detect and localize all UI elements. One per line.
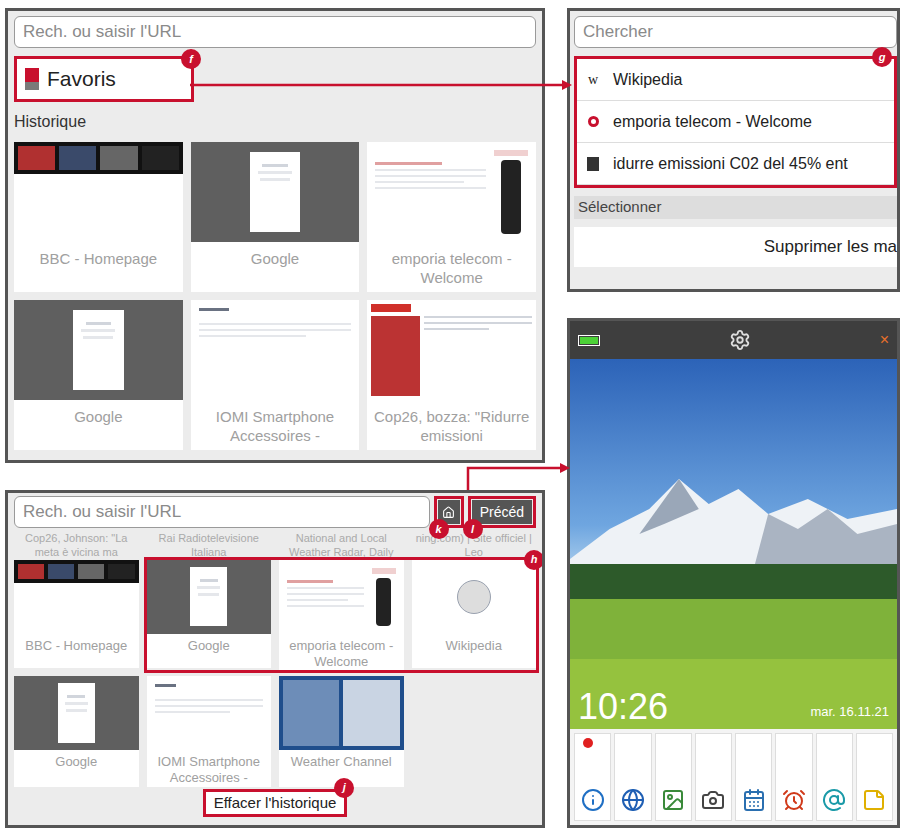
history-thumbnail[interactable]: emporia telecom - Welcome <box>367 142 536 292</box>
app-tile[interactable] <box>816 733 853 821</box>
app-tile[interactable] <box>695 733 732 821</box>
bookmark-item[interactable]: emporia telecom - Welcome <box>577 101 894 143</box>
page-icon <box>587 157 599 171</box>
section-title: Historique <box>14 110 536 134</box>
history-scrolled-panel: Rech. ou saisir l'URLk Précédl Cop26, John… <box>5 490 545 828</box>
back-button[interactable]: Précéd <box>472 500 532 524</box>
clear-history-button[interactable]: Effacer l'historique <box>214 792 337 815</box>
date: mar. 16.11.21 <box>810 702 889 726</box>
history-thumbnail[interactable]: Weather Channel <box>279 676 404 787</box>
history-thumbnail[interactable]: IOMI Smartphone Accessoires - <box>191 300 360 450</box>
status-bar: × <box>570 321 897 359</box>
bookmarks-panel: Chercher wWikipediaemporia telecom - Welc… <box>567 8 900 292</box>
app-tile[interactable] <box>856 733 893 821</box>
section-title: Sélectionner <box>574 196 897 219</box>
wikipedia-icon: w <box>588 69 598 90</box>
history-panel: Rech. ou saisir l'URL Favorisf Historique B… <box>5 8 545 463</box>
globe-icon <box>621 788 645 812</box>
wallpaper: 10:26 mar. 16.11.21 <box>570 359 897 729</box>
callout-marker: g <box>872 47 892 67</box>
callout-marker: f <box>181 49 201 69</box>
app-tile[interactable] <box>735 733 772 821</box>
history-thumbnail[interactable]: BBC - Homepage <box>14 142 183 292</box>
emporia-icon <box>588 116 599 127</box>
history-thumbnail[interactable]: emporia telecom - Welcome <box>279 560 404 671</box>
app-tile[interactable] <box>775 733 812 821</box>
bookmark-icon <box>25 68 39 90</box>
clock: 10:26 <box>578 689 668 725</box>
bookmark-item[interactable]: wWikipedia <box>577 59 894 101</box>
url-field[interactable]: Chercher <box>574 16 897 48</box>
callout-arrows <box>0 0 904 832</box>
notification-badge <box>583 738 593 748</box>
history-thumbnail[interactable]: Google <box>191 142 360 292</box>
history-thumbnail[interactable]: IOMI Smartphone Accessoires - <box>147 676 272 787</box>
alarm-icon <box>782 788 806 812</box>
bookmark-list: wWikipediaemporia telecom - Welcomeidurr… <box>574 56 897 188</box>
delete-button[interactable]: Supprimer les ma <box>764 234 897 260</box>
app-tile[interactable] <box>574 733 611 821</box>
gallery-icon <box>661 788 685 812</box>
callout-marker: l <box>463 519 483 539</box>
highlight-box: h <box>144 557 540 674</box>
home-icon <box>442 506 455 519</box>
notes-icon <box>862 788 886 812</box>
history-thumbnail[interactable]: Google <box>147 560 272 668</box>
history-thumbnail[interactable]: BBC - Homepage <box>14 560 139 668</box>
history-thumbnail[interactable]: Wikipedia <box>412 560 537 668</box>
history-thumbnail[interactable]: Cop26, bozza: "Ridurre emissioni <box>367 300 536 450</box>
callout-marker: h <box>524 550 544 570</box>
history-caption: Rai Radiotelevisione Italiana <box>147 532 272 560</box>
url-field[interactable]: Rech. ou saisir l'URL <box>14 16 536 48</box>
history-thumbnail[interactable]: Google <box>14 676 139 787</box>
phone-home-screen: × 10:26 mar. 16.11.21 <box>567 318 900 828</box>
landscape-picture <box>570 359 897 729</box>
manual-page: Rech. ou saisir l'URL Favorisf Historique B… <box>0 0 904 832</box>
app-dock <box>570 729 897 825</box>
battery-icon <box>578 335 600 346</box>
calendar-icon <box>742 788 766 812</box>
history-caption: National and Local Weather Radar, Daily <box>279 532 404 560</box>
email-icon <box>822 788 846 812</box>
info-icon <box>581 788 605 812</box>
gear-icon[interactable] <box>729 329 751 351</box>
app-tile[interactable] <box>655 733 692 821</box>
url-field[interactable]: Rech. ou saisir l'URL <box>14 496 430 528</box>
history-thumbnail[interactable]: Google <box>14 300 183 450</box>
bookmark-item[interactable]: idurre emissioni C02 del 45% ent <box>577 143 894 185</box>
favorites-button[interactable]: Favorisf <box>14 56 194 102</box>
history-caption: Cop26, Johnson: "La meta è vicina ma <box>14 532 139 560</box>
close-button[interactable]: × <box>880 332 889 348</box>
callout-marker: k <box>429 519 449 539</box>
callout-marker: j <box>334 778 354 798</box>
app-tile[interactable] <box>614 733 651 821</box>
camera-icon <box>701 788 725 812</box>
